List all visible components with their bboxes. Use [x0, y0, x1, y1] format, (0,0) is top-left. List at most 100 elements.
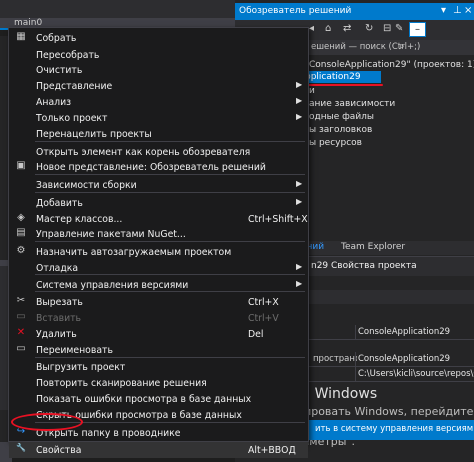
build-icon: ▦ [16, 31, 26, 42]
submenu-arrow-icon: ▶ [296, 197, 303, 206]
menu-item-label: Пересобрать [36, 50, 100, 61]
menu-item[interactable]: 🔧 Свойства Alt+ВВОД [9, 442, 308, 458]
home-icon[interactable]: ⌂ [325, 23, 331, 34]
delete-icon: ✕ [16, 327, 26, 338]
rename-icon: ▭ [16, 343, 26, 354]
menu-item[interactable]: ▭ Переименовать [9, 342, 308, 358]
submenu-arrow-icon: ▶ [296, 80, 303, 89]
property-divider [355, 367, 356, 382]
tree-item[interactable]: ы ресурсов [309, 138, 362, 148]
submenu-arrow-icon: ▶ [296, 279, 303, 288]
menu-item[interactable]: Пересобрать [9, 47, 308, 63]
menu-item-label: Перенацелить проекты [36, 129, 152, 140]
menu-item-label: Управление пакетами NuGet... [36, 229, 186, 240]
menu-item[interactable]: ✂ Вырезать Ctrl+X [9, 294, 308, 310]
dropdown-icon[interactable]: ▾ [441, 5, 446, 16]
menu-separator [35, 141, 305, 142]
tree-item[interactable]: одные файлы [309, 112, 374, 122]
property-divider [355, 325, 356, 340]
menu-item[interactable]: Выгрузить проект [9, 359, 308, 375]
gear-icon: ⚙ [16, 245, 26, 256]
tree-item[interactable]: ание зависимости [309, 99, 395, 109]
menu-item[interactable]: Очистить [9, 62, 308, 78]
property-row[interactable]: C:\Users\kicli\source\repos\Con [301, 367, 474, 382]
property-row[interactable]: ConsoleApplication29 [301, 325, 474, 340]
menu-item[interactable]: Показать ошибки просмотра в базе данных [9, 391, 308, 407]
tree-item[interactable]: ы заголовков [309, 125, 372, 135]
menu-item[interactable]: ▣ Новое представление: Обозреватель решен… [9, 159, 308, 175]
wrench-icon: 🔧 [16, 443, 26, 452]
menu-separator [35, 192, 305, 193]
submenu-arrow-icon: ▶ [296, 112, 303, 121]
menu-item[interactable]: Зависимости сборки ▶ [9, 177, 308, 193]
solution-explorer-title: Обозреватель решений [239, 6, 352, 16]
close-icon[interactable]: × [464, 5, 472, 16]
menu-item-label: Мастер классов... [36, 214, 123, 225]
solution-explorer-tabs: ений Team Explorer [301, 241, 474, 255]
sync-icon[interactable]: ⇄ [343, 23, 351, 34]
nuget-icon: ▤ [16, 227, 26, 238]
menu-item-label: Выгрузить проект [36, 362, 126, 373]
menu-item-label: Добавить [36, 198, 83, 209]
menu-item-label: Повторить сканирование решения [36, 378, 207, 389]
menu-item-shortcut: Ctrl+V [248, 313, 279, 324]
menu-item-label: Только проект [36, 113, 108, 124]
menu-item-label: Отладка [36, 263, 79, 274]
status-bar[interactable]: ить в систему управления версиями [305, 420, 474, 440]
menu-item[interactable]: ▦ Собрать [9, 30, 308, 46]
tree-item[interactable]: и [309, 86, 315, 96]
preview-toggle-icon[interactable]: – [409, 22, 426, 37]
menu-item[interactable]: ✕ Удалить Del [9, 326, 308, 342]
menu-separator [35, 274, 305, 275]
property-key: пространство им [313, 354, 357, 364]
menu-item[interactable]: Повторить сканирование решения [9, 375, 308, 391]
back-icon[interactable]: ◂ [309, 23, 314, 34]
property-value: ConsoleApplication29 [358, 354, 451, 364]
menu-separator [35, 174, 305, 175]
menu-item[interactable]: Перенацелить проекты [9, 126, 308, 142]
menu-item[interactable]: Открыть элемент как корень обозревателя [9, 144, 308, 160]
menu-item-label: Свойства [36, 445, 82, 456]
tab-team-explorer[interactable]: Team Explorer [341, 242, 405, 252]
menu-item-label: Анализ [36, 97, 72, 108]
menu-separator [35, 241, 305, 242]
property-value: C:\Users\kicli\source\repos\Con [358, 369, 474, 379]
menu-item-label: Система управления версиями [36, 280, 189, 291]
refresh-icon[interactable]: ↻ [365, 23, 373, 34]
property-row[interactable]: пространство им ConsoleApplication29 [301, 352, 474, 367]
menu-item-label: Новое представление: Обозреватель решени… [36, 162, 266, 173]
menu-item-shortcut: Alt+ВВОД [248, 445, 296, 456]
menu-item[interactable]: ▭ Вставить Ctrl+V [9, 310, 308, 326]
scissors-icon: ✂ [16, 295, 26, 306]
menu-item[interactable]: Добавить ▶ [9, 195, 308, 211]
menu-item-shortcut: Ctrl+Shift+X [248, 214, 308, 225]
solution-explorer-title-bar: Обозреватель решений ▾ ⊥ × [235, 3, 474, 20]
menu-item[interactable]: ◈ Мастер классов... Ctrl+Shift+X [9, 211, 308, 227]
class-wizard-icon: ◈ [17, 212, 25, 223]
menu-separator [35, 357, 305, 358]
tree-project-node[interactable]: pplication29 [305, 72, 361, 82]
menu-item-label: Открыть элемент как корень обозревателя [36, 147, 251, 158]
menu-item-label: Очистить [36, 65, 83, 76]
menu-item[interactable]: ⚙ Назначить автозагружаемым проектом [9, 244, 308, 260]
property-value: ConsoleApplication29 [358, 327, 451, 337]
paste-icon: ▭ [16, 311, 26, 322]
wrench-toolbar-icon[interactable]: ✎ [395, 23, 403, 34]
tree-solution-node[interactable]: ConsoleApplication29" (проектов: 1) [309, 60, 474, 70]
menu-item-label: Представление [36, 81, 113, 92]
red-annotation-circle [11, 413, 83, 431]
menu-item-label: Переименовать [36, 345, 113, 356]
pin-icon[interactable]: ⊥ [453, 5, 462, 16]
search-icon[interactable]: ⌕ [399, 41, 405, 52]
project-context-menu: ▦ Собрать Пересобрать Очистить Представление… [8, 27, 309, 458]
menu-item[interactable]: Только проект ▶ [9, 110, 308, 126]
menu-item[interactable]: Анализ ▶ [9, 94, 308, 110]
menu-item-label: Вставить [36, 313, 82, 324]
menu-item[interactable]: ▤ Управление пакетами NuGet... [9, 226, 308, 242]
menu-item[interactable]: Представление ▶ [9, 78, 308, 94]
collapse-icon[interactable]: ⊟ [383, 23, 391, 34]
menu-item-label: Зависимости сборки [36, 180, 137, 191]
submenu-arrow-icon: ▶ [296, 262, 303, 271]
menu-item-label: Удалить [36, 329, 77, 340]
status-bar-text: ить в систему управления версиями [315, 424, 474, 434]
